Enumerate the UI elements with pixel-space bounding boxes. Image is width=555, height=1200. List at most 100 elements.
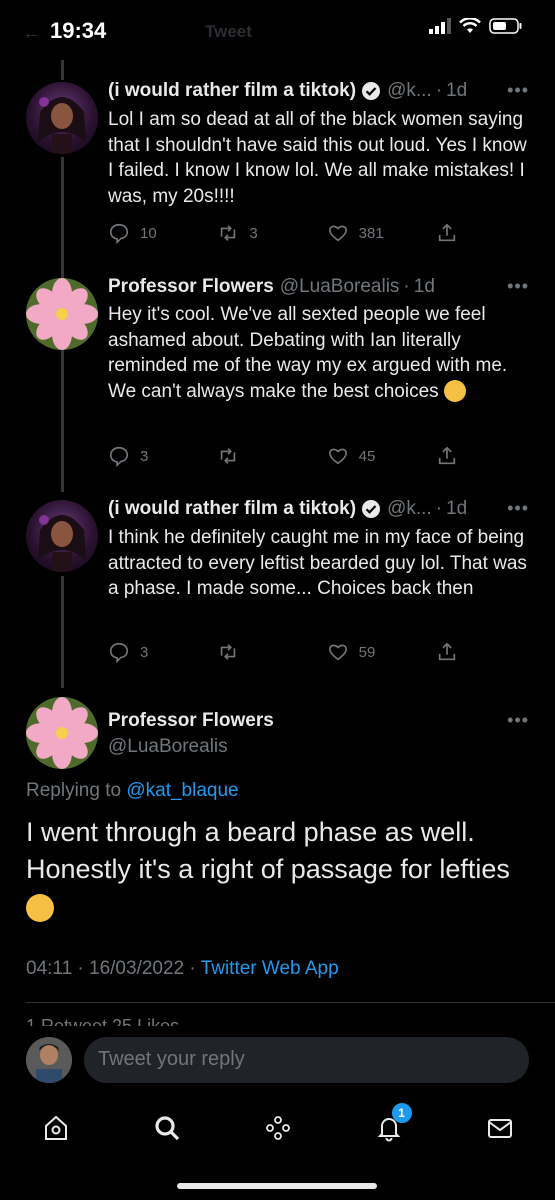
- focus-tweet-text: I went through a beard phase as well. Ho…: [26, 814, 526, 925]
- more-options-icon[interactable]: •••: [507, 710, 529, 731]
- tweet-actions: 3 59: [108, 641, 458, 663]
- heart-icon: [328, 644, 347, 661]
- avatar[interactable]: [26, 697, 98, 769]
- notification-badge: 1: [391, 1102, 412, 1123]
- author-name[interactable]: Professor Flowers: [108, 276, 274, 298]
- tab-messages[interactable]: [485, 1113, 515, 1148]
- like-count: 381: [358, 224, 384, 242]
- author-handle[interactable]: @LuaBorealis: [280, 276, 400, 298]
- verified-badge-icon: [362, 82, 381, 100]
- thread-line: [61, 576, 64, 688]
- retweet-icon: [221, 644, 236, 660]
- like-count: 45: [358, 447, 376, 465]
- like-button[interactable]: 381: [327, 222, 436, 244]
- share-icon: [438, 446, 456, 465]
- retweet-button[interactable]: 3: [217, 222, 326, 244]
- divider: [26, 1002, 555, 1003]
- share-button[interactable]: [436, 445, 458, 467]
- author-name[interactable]: (i would rather film a tiktok): [108, 498, 356, 520]
- share-icon: [438, 642, 456, 661]
- weary-face-emoji-icon: [26, 893, 54, 922]
- home-indicator: [177, 1183, 377, 1189]
- back-arrow-icon[interactable]: ←: [22, 22, 42, 45]
- signal-icon: [429, 18, 451, 34]
- mail-icon: [487, 1118, 512, 1138]
- retweet-button[interactable]: [217, 641, 326, 663]
- avatar[interactable]: [26, 82, 98, 154]
- retweet-icon: [221, 225, 236, 241]
- avatar[interactable]: [26, 500, 98, 572]
- replying-to: Replying to @kat_blaque: [26, 780, 239, 802]
- mention-link[interactable]: @kat_blaque: [126, 780, 238, 801]
- reply-icon: [109, 223, 129, 244]
- tweet-text: Lol I am so dead at all of the black wom…: [108, 109, 527, 207]
- tweet-time[interactable]: 1d: [446, 80, 467, 102]
- share-icon: [438, 223, 456, 242]
- author-handle[interactable]: @k...: [387, 498, 432, 520]
- reply-input[interactable]: Tweet your reply: [84, 1037, 529, 1083]
- retweet-button[interactable]: [217, 445, 326, 467]
- reply-button[interactable]: 10: [108, 222, 217, 244]
- home-icon: [44, 1115, 67, 1140]
- avatar[interactable]: [26, 278, 98, 350]
- tab-search[interactable]: [152, 1113, 182, 1148]
- tab-notifications[interactable]: 1: [374, 1102, 412, 1148]
- replying-prefix: Replying to: [26, 780, 122, 801]
- more-options-icon[interactable]: •••: [507, 498, 529, 519]
- battery-icon: [489, 18, 522, 34]
- tweet-actions: 10 3 381: [108, 222, 458, 244]
- timestamp[interactable]: 04:11 · 16/03/2022: [26, 958, 184, 979]
- tweet-time[interactable]: 1d: [446, 498, 467, 520]
- separator: ·: [435, 80, 443, 101]
- separator: ·: [403, 276, 410, 297]
- reply-placeholder: Tweet your reply: [98, 1048, 245, 1070]
- share-button[interactable]: [436, 222, 458, 244]
- tab-home[interactable]: [41, 1113, 71, 1148]
- verified-badge-icon: [362, 500, 381, 518]
- current-user-avatar[interactable]: [26, 1037, 72, 1083]
- tab-spaces[interactable]: [263, 1113, 293, 1148]
- like-button[interactable]: 45: [327, 445, 436, 467]
- bottom-nav: 1: [0, 1100, 555, 1160]
- header-title: Tweet: [205, 22, 252, 41]
- author-handle[interactable]: @k...: [387, 80, 432, 102]
- heart-icon: [328, 448, 347, 465]
- tweet-text: I think he definitely caught me in my fa…: [108, 527, 527, 599]
- like-count: 59: [358, 643, 376, 661]
- more-options-icon[interactable]: •••: [507, 80, 529, 101]
- author-name[interactable]: (i would rather film a tiktok): [108, 80, 356, 102]
- grinning-sweat-emoji-icon: [443, 380, 466, 403]
- retweet-icon: [221, 448, 236, 464]
- reply-icon: [109, 642, 129, 663]
- tweet-actions: 3 45: [108, 445, 458, 467]
- status-time: 19:34: [50, 18, 107, 43]
- spaces-icon: [265, 1115, 290, 1140]
- reply-count: 3: [140, 643, 149, 661]
- reply-icon: [109, 446, 129, 467]
- separator: ·: [189, 958, 196, 979]
- search-icon: [154, 1115, 179, 1140]
- tweet-text: Hey it's cool. We've all sexted people w…: [108, 302, 528, 404]
- thread-line: [61, 60, 64, 80]
- more-options-icon[interactable]: •••: [507, 276, 529, 297]
- reply-button[interactable]: 3: [108, 641, 217, 663]
- reply-button[interactable]: 3: [108, 445, 217, 467]
- focus-tweet-content: I went through a beard phase as well. Ho…: [26, 817, 510, 884]
- like-button[interactable]: 59: [327, 641, 436, 663]
- author-name[interactable]: Professor Flowers: [108, 710, 274, 732]
- tweet-stats[interactable]: 1 Retweet 25 Likes: [26, 1016, 179, 1026]
- reply-count: 10: [140, 224, 157, 242]
- tweet-meta: 04:11 · 16/03/2022 · Twitter Web App: [26, 958, 339, 980]
- share-button[interactable]: [436, 641, 458, 663]
- wifi-icon: [459, 18, 481, 33]
- reply-count: 3: [140, 447, 149, 465]
- status-icons: [429, 18, 523, 34]
- author-handle[interactable]: @LuaBorealis: [108, 736, 228, 758]
- source-link[interactable]: Twitter Web App: [201, 958, 339, 979]
- retweet-count: 3: [249, 224, 258, 242]
- separator: ·: [435, 498, 443, 519]
- tweet-header: Professor Flowers @LuaBorealis · 1d: [108, 276, 435, 298]
- tweet-time[interactable]: 1d: [414, 276, 435, 298]
- tweet-header: (i would rather film a tiktok) @k... · 1…: [108, 498, 467, 520]
- tweet-header: (i would rather film a tiktok) @k... · 1…: [108, 80, 467, 102]
